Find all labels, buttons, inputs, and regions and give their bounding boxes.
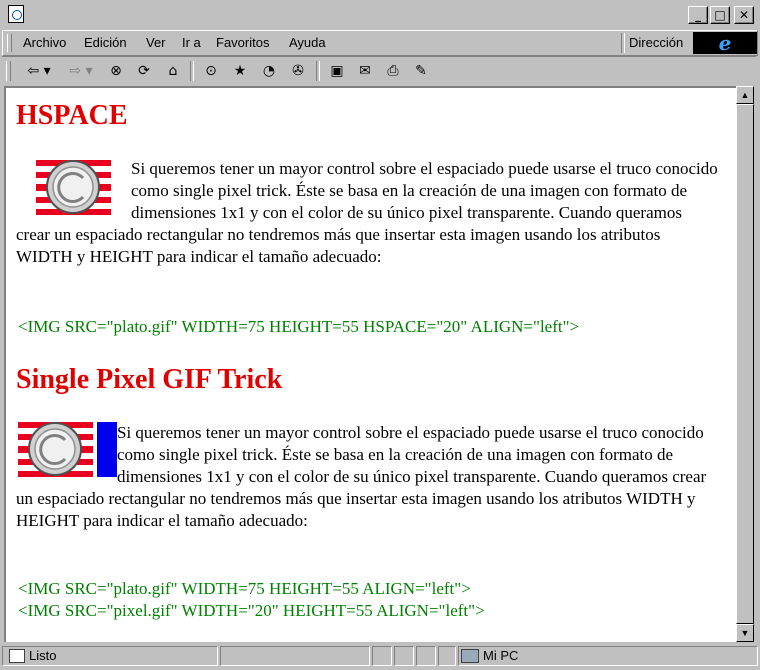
close-button[interactable]: ✕ [734,6,754,24]
menu-favoritos[interactable]: Favoritos [216,35,269,50]
menu-ir-a[interactable]: Ir a [182,35,201,50]
refresh-icon[interactable]: ⟳ [134,61,154,81]
history-icon[interactable]: ◔ [258,61,280,81]
status-panel-small [438,646,456,666]
menu-ayuda[interactable]: Ayuda [289,35,326,50]
section2-paragraph: Si queremos tener un mayor control sobre… [16,422,720,532]
status-panel-small [372,646,392,666]
scroll-down-icon[interactable]: ▼ [736,624,754,642]
computer-icon [461,649,479,663]
scroll-thumb[interactable] [736,104,754,624]
section2-body-text: Si queremos tener un mayor control sobre… [16,423,707,530]
status-panel: Listo [2,646,218,666]
section1-body-text: Si queremos tener un mayor control sobre… [16,159,718,266]
menu-ver[interactable]: Ver [146,35,166,50]
status-panel-small [416,646,436,666]
menu-grip[interactable] [7,34,12,52]
page-content: HSPACE Si queremos tener un mayor contro… [4,86,736,642]
status-zone-panel: Mi PC [458,646,758,666]
section1-paragraph: Si queremos tener un mayor control sobre… [16,158,720,268]
toolbar-grip[interactable] [6,61,11,81]
toolbar-separator [316,61,320,81]
plato-image [18,422,93,477]
section2-code-line1: <IMG SRC="plato.gif" WIDTH=75 HEIGHT=55 … [18,579,471,598]
back-icon[interactable]: ⇦ ▾ [22,61,56,81]
home-icon[interactable]: ⌂ [162,61,184,81]
vertical-scrollbar[interactable]: ▲ ▼ [736,86,754,642]
status-panel-small [394,646,414,666]
ie-logo-icon: e [693,32,757,54]
search-icon[interactable]: ⊙ [200,61,222,81]
favorites-icon[interactable]: ★ [229,61,251,81]
section2-code-line2: <IMG SRC="pixel.gif" WIDTH="20" HEIGHT=5… [18,601,485,620]
maximize-button[interactable]: □ [710,6,730,24]
address-separator [621,33,625,53]
fullscreen-icon[interactable]: ▣ [326,61,348,81]
stop-icon[interactable]: ⊗ [106,61,126,81]
minimize-button[interactable]: _ [688,6,708,24]
title-bar: _ □ ✕ [0,0,760,28]
status-bar: Listo Mi PC [0,644,760,670]
channels-icon[interactable]: ✇ [287,61,309,81]
status-panel-progress [220,646,370,666]
address-label[interactable]: Dirección [629,35,683,50]
menu-edicion[interactable]: Edición [84,35,127,50]
toolbar: ⇦ ▾ ⇨ ▾ ⊗ ⟳ ⌂ ⊙ ★ ◔ ✇ ▣ ✉ ⎙ ✎ [2,56,756,85]
menu-archivo[interactable]: Archivo [23,35,66,50]
pixel-spacer-image [97,422,117,477]
forward-icon[interactable]: ⇨ ▾ [64,61,98,81]
mail-icon[interactable]: ✉ [354,61,376,81]
zone-text: Mi PC [483,648,519,663]
print-icon[interactable]: ⎙ [382,61,404,81]
edit-icon[interactable]: ✎ [410,61,432,81]
section-heading-hspace: HSPACE [16,100,128,131]
plato-image [36,160,111,215]
toolbar-separator [190,61,194,81]
menu-bar: Archivo Edición Ver Ir a Favoritos Ayuda… [2,30,758,56]
section1-code: <IMG SRC="plato.gif" WIDTH=75 HEIGHT=55 … [18,317,580,336]
scroll-up-icon[interactable]: ▲ [736,86,754,104]
section-heading-single-pixel: Single Pixel GIF Trick [16,364,283,395]
browser-page-icon[interactable] [8,5,24,23]
page-status-icon [9,649,25,663]
status-text: Listo [29,648,57,663]
